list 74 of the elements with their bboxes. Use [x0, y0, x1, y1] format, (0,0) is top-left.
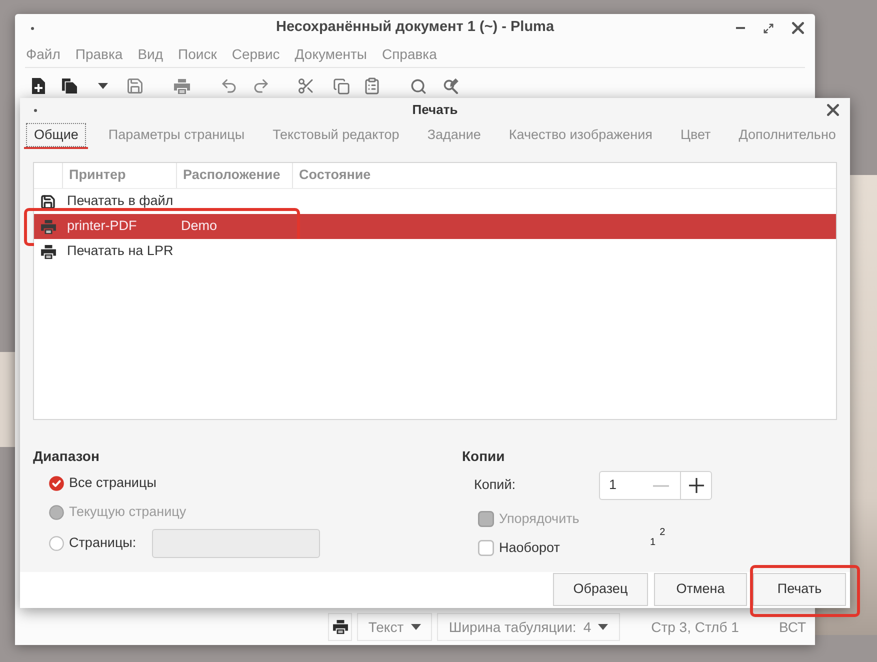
close-icon: [792, 22, 804, 34]
printer-row[interactable]: printer-PDF Demo: [34, 214, 836, 239]
maximize-icon: [763, 22, 774, 34]
print-button[interactable]: [328, 613, 352, 641]
tab[interactable]: Задание: [419, 123, 489, 149]
documents-icon: [62, 78, 76, 94]
close-button[interactable]: [792, 22, 804, 34]
window-title: Несохранённый документ 1 (~) - Pluma: [276, 18, 554, 38]
column-header[interactable]: Расположение: [183, 165, 280, 186]
menu-item[interactable]: Файл: [26, 44, 60, 65]
printer-name: printer-PDF: [67, 217, 137, 236]
undo-icon: [220, 77, 238, 95]
radio-button[interactable]: [49, 476, 64, 490]
language-dropdown[interactable]: Текст: [357, 613, 432, 641]
maximize-button[interactable]: [763, 22, 774, 34]
menu-item[interactable]: Поиск: [178, 44, 217, 65]
printer-icon: [332, 620, 348, 634]
minimize-icon: [736, 27, 745, 29]
increment-button[interactable]: [680, 471, 712, 500]
scissors-icon: [297, 77, 315, 95]
printer-name: Печатать в файл: [67, 192, 174, 210]
redo-icon: [252, 77, 270, 95]
menu-item[interactable]: Справка: [382, 44, 437, 65]
caret-icon: [410, 624, 421, 630]
preview-page-number: 2: [660, 527, 666, 538]
tab-width-dropdown[interactable]: Ширина табуляции: 4: [437, 613, 620, 641]
copies-input[interactable]: 1: [599, 471, 641, 500]
option-label: Страницы:: [69, 534, 136, 552]
printer-icon: [40, 220, 56, 234]
tab[interactable]: Цвет: [672, 123, 719, 149]
minus-icon: [652, 484, 668, 486]
tab[interactable]: Дополнительно: [730, 123, 844, 149]
tab[interactable]: Качество изображения: [500, 123, 660, 149]
tab[interactable]: Параметры страницы: [100, 123, 253, 149]
printer-name: Печатать на LPR: [67, 242, 174, 260]
caret-icon: [598, 624, 608, 630]
search-pencil-icon: [443, 78, 459, 94]
menu-item[interactable]: Правка: [75, 44, 123, 65]
dialog-button[interactable]: Отмена: [654, 573, 747, 606]
section-heading: Диапазон: [33, 447, 100, 465]
column-header[interactable]: Принтер: [69, 165, 126, 186]
printer-icon: [40, 244, 56, 258]
option-label: Наоборот: [499, 538, 560, 557]
dialog-title: Печать: [412, 101, 458, 120]
close-icon: [827, 104, 839, 116]
caret-icon: [98, 83, 108, 89]
close-button[interactable]: [827, 104, 839, 116]
tab[interactable]: Текстовый редактор: [264, 123, 408, 149]
dot-icon: [34, 108, 37, 112]
menu-item[interactable]: Документы: [294, 44, 367, 65]
printer-icon: [174, 78, 190, 94]
column-header[interactable]: Состояние: [299, 165, 371, 186]
radio-button[interactable]: [49, 536, 64, 551]
document-plus-icon: [32, 78, 44, 94]
plus-icon: [688, 478, 704, 493]
preview-page-number: 1: [650, 537, 656, 548]
copies-label: Копий:: [474, 476, 516, 494]
menu-item[interactable]: Сервис: [232, 44, 280, 65]
copy-icon: [332, 78, 350, 94]
printer-location: Demo: [181, 217, 218, 236]
dialog-button[interactable]: Печать: [753, 573, 846, 606]
insert-mode: ВСТ: [778, 618, 806, 636]
option-label: Все страницы: [69, 474, 156, 492]
search-icon: [410, 78, 426, 94]
dot-icon: [31, 26, 34, 30]
section-heading: Копии: [462, 447, 505, 465]
option-label: Текущую страницу: [69, 502, 186, 521]
tab[interactable]: Общие: [24, 123, 88, 149]
dialog-button[interactable]: Образец: [553, 573, 648, 606]
checkbox[interactable]: [478, 540, 494, 556]
clipboard-icon: [363, 77, 381, 95]
menu-item[interactable]: Вид: [138, 44, 164, 65]
option-label: Упорядочить: [499, 510, 580, 528]
cursor-position: Стр 3, Стлб 1: [651, 618, 739, 637]
